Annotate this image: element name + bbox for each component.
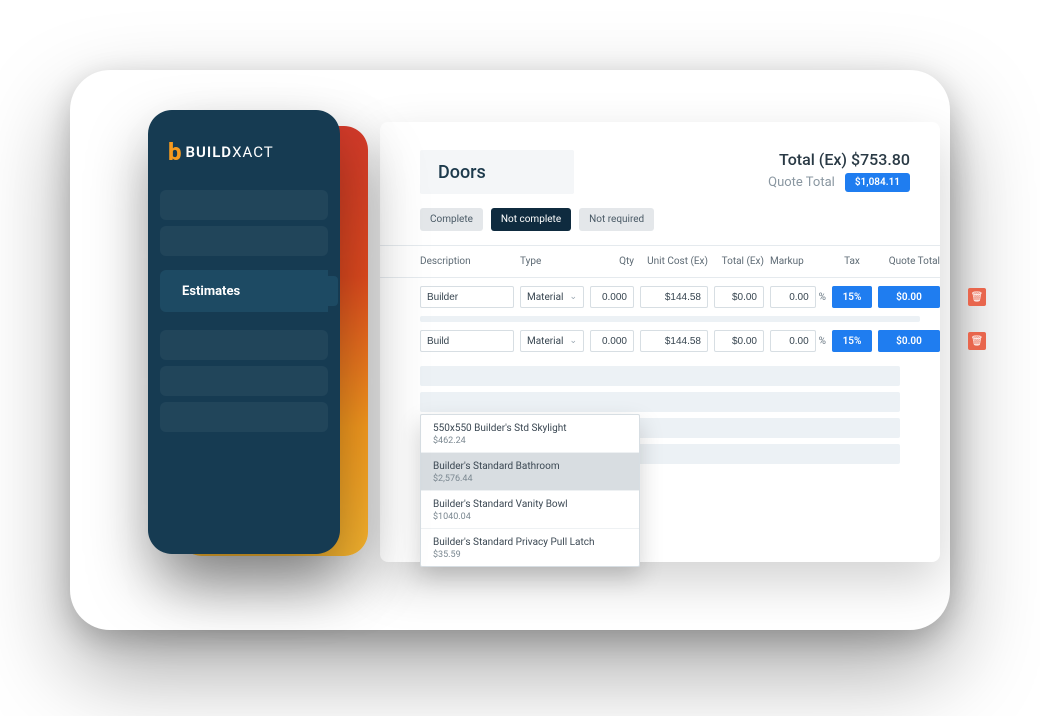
option-name: Builder's Standard Vanity Bowl xyxy=(433,499,627,510)
brand-logo: b BUILDXACT xyxy=(148,110,340,184)
qty-input[interactable] xyxy=(590,330,634,352)
col-total-ex: Total (Ex) xyxy=(714,256,764,267)
sidebar-item-placeholder[interactable] xyxy=(160,226,328,256)
option-name: 550x550 Builder's Std Skylight xyxy=(433,423,627,434)
option-price: $462.24 xyxy=(433,436,627,446)
markup-input[interactable] xyxy=(770,286,816,308)
col-description: Description xyxy=(420,256,514,267)
option-price: $1040.04 xyxy=(433,512,627,522)
quote-total-chip[interactable]: $1,084.11 xyxy=(845,173,910,192)
sidebar-item-placeholder[interactable] xyxy=(160,330,328,360)
autocomplete-option[interactable]: 550x550 Builder's Std Skylight $462.24 xyxy=(421,415,639,453)
type-select[interactable]: Material ⌄ xyxy=(520,330,584,352)
brand-mark-icon: b xyxy=(168,138,182,166)
sidebar-item-placeholder[interactable] xyxy=(160,190,328,220)
qty-input[interactable] xyxy=(590,286,634,308)
option-name: Builder's Standard Bathroom xyxy=(433,461,627,472)
tax-button[interactable]: 15% xyxy=(832,330,872,352)
table-row: Material ⌄ % 15% $0.00 🗑 xyxy=(420,322,920,360)
section-title[interactable]: Doors xyxy=(420,150,574,194)
delete-row-button[interactable]: 🗑 xyxy=(968,288,986,306)
table-header: Description Type Qty Unit Cost (Ex) Tota… xyxy=(380,246,940,277)
type-select[interactable]: Material ⌄ xyxy=(520,286,584,308)
table-body: Material ⌄ % 15% $0.00 🗑 xyxy=(380,278,940,360)
description-input[interactable] xyxy=(420,330,514,352)
markup-unit: % xyxy=(819,336,826,347)
autocomplete-option[interactable]: Builder's Standard Vanity Bowl $1040.04 xyxy=(421,491,639,529)
quote-total-label: Quote Total xyxy=(768,175,835,190)
description-input[interactable] xyxy=(420,286,514,308)
main-panel: Doors Total (Ex) $753.80 Quote Total $1,… xyxy=(380,122,940,562)
totals-block: Total (Ex) $753.80 Quote Total $1,084.11 xyxy=(768,150,910,192)
col-tax: Tax xyxy=(832,256,872,267)
unit-cost-input[interactable] xyxy=(640,330,708,352)
col-markup: Markup xyxy=(770,256,826,267)
col-type: Type xyxy=(520,256,584,267)
tax-button[interactable]: 15% xyxy=(832,286,872,308)
trash-icon: 🗑 xyxy=(971,336,984,347)
col-qty: Qty xyxy=(590,256,634,267)
unit-cost-input[interactable] xyxy=(640,286,708,308)
sidebar-item-placeholder[interactable] xyxy=(160,402,328,432)
autocomplete-option[interactable]: Builder's Standard Privacy Pull Latch $3… xyxy=(421,529,639,566)
status-complete[interactable]: Complete xyxy=(420,208,483,231)
status-not-complete[interactable]: Not complete xyxy=(491,208,571,231)
markup-input[interactable] xyxy=(770,330,816,352)
total-ex-label: Total (Ex) xyxy=(779,150,847,169)
option-price: $2,576.44 xyxy=(433,474,627,484)
total-ex-input[interactable] xyxy=(714,286,764,308)
type-select-value: Material xyxy=(527,292,563,303)
status-row: Complete Not complete Not required xyxy=(380,208,940,245)
sidebar-item-estimates[interactable]: Estimates xyxy=(160,270,328,312)
description-autocomplete[interactable]: 550x550 Builder's Std Skylight $462.24 B… xyxy=(420,414,640,567)
chevron-down-icon: ⌄ xyxy=(569,292,577,302)
sidebar-item-placeholder[interactable] xyxy=(160,366,328,396)
chevron-down-icon: ⌄ xyxy=(569,336,577,346)
trash-icon: 🗑 xyxy=(971,292,984,303)
option-price: $35.59 xyxy=(433,550,627,560)
type-select-value: Material xyxy=(527,336,563,347)
sidebar: b BUILDXACT Estimates xyxy=(148,110,340,554)
autocomplete-option[interactable]: Builder's Standard Bathroom $2,576.44 xyxy=(421,453,639,491)
total-ex-value: $753.80 xyxy=(851,150,910,169)
brand-name-thin: XACT xyxy=(232,143,274,161)
table-row: Material ⌄ % 15% $0.00 🗑 xyxy=(420,278,920,316)
status-not-required[interactable]: Not required xyxy=(579,208,654,231)
brand-name-bold: BUILD xyxy=(186,143,233,161)
col-unit-cost: Unit Cost (Ex) xyxy=(640,256,708,267)
total-ex-input[interactable] xyxy=(714,330,764,352)
markup-unit: % xyxy=(819,292,826,303)
option-name: Builder's Standard Privacy Pull Latch xyxy=(433,537,627,548)
sidebar-item-label: Estimates xyxy=(182,284,240,299)
col-quote-total: Quote Total xyxy=(878,256,940,267)
delete-row-button[interactable]: 🗑 xyxy=(968,332,986,350)
quote-total-button[interactable]: $0.00 xyxy=(878,286,940,308)
quote-total-button[interactable]: $0.00 xyxy=(878,330,940,352)
